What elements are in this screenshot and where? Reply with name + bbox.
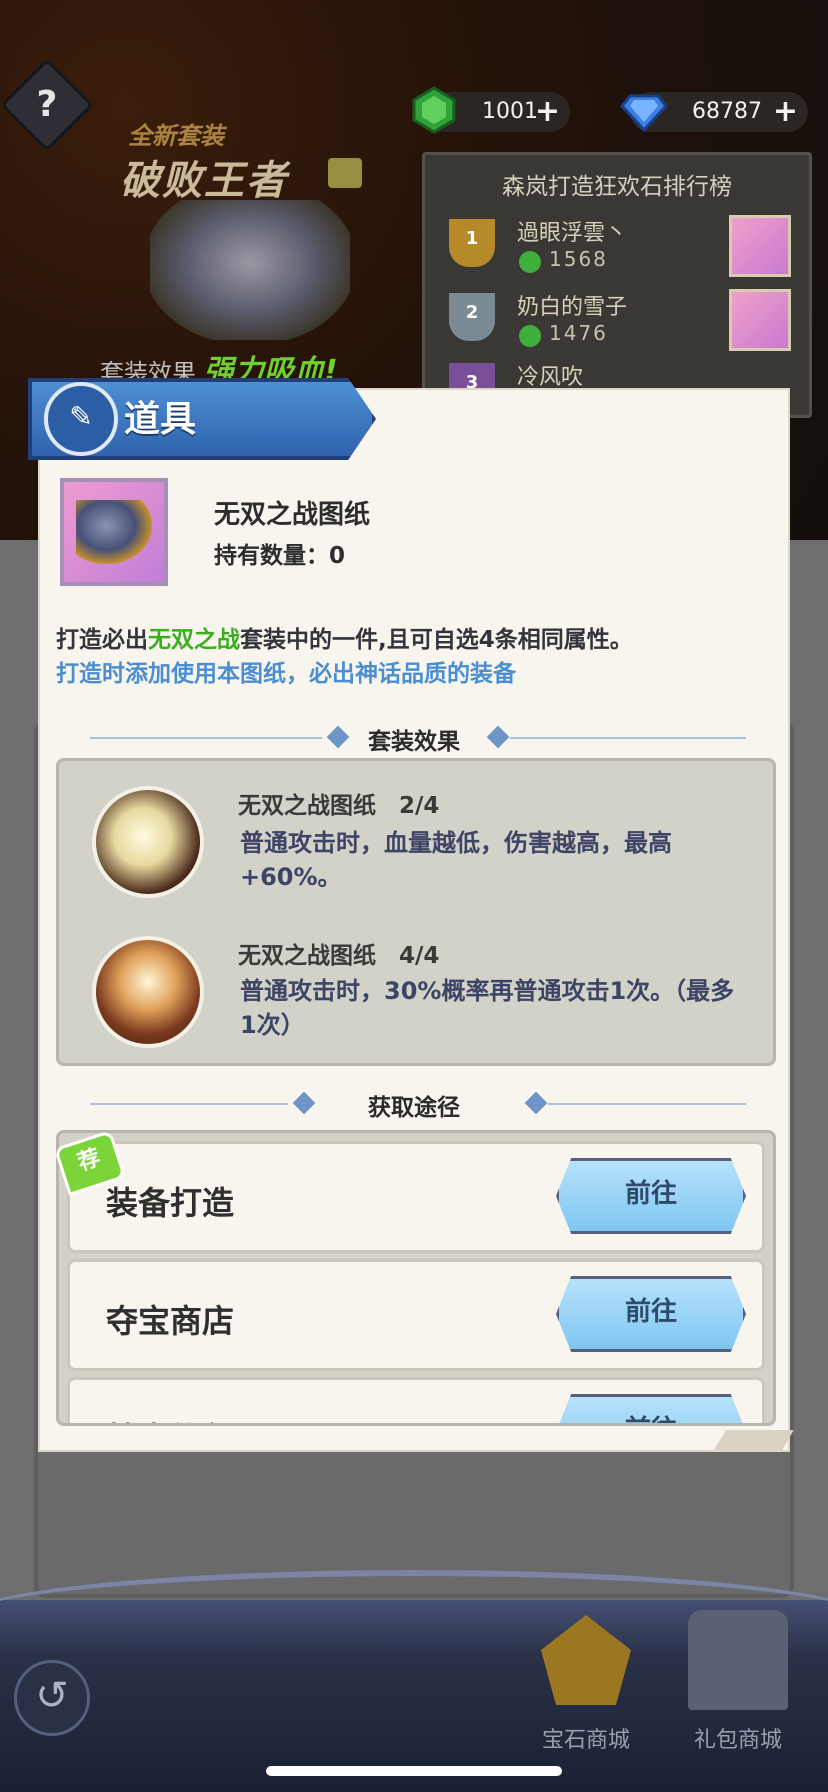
list-item: 装备打造 前往 [67, 1141, 765, 1253]
leaderboard-name: 冷风吹 [517, 365, 584, 390]
armor-blueprint-icon [76, 500, 152, 564]
dialog-title: 道具 [124, 399, 197, 440]
set-effect-text: 普通攻击时，血量越低，伤害越高，最高+60%。 [240, 829, 672, 891]
blue-diamond-icon [620, 94, 668, 133]
list-item: 夺宝商店 前往 [67, 1259, 765, 1371]
leaderboard-row: 2 奶白的雪子 1476 [435, 285, 795, 355]
source-label: 装备打造 [106, 1184, 235, 1222]
go-button[interactable]: 前往 [556, 1158, 746, 1234]
source-label: 特惠礼包 [106, 1414, 234, 1423]
silver-trophy-icon: 2 [449, 293, 495, 341]
player-card-icon [729, 215, 791, 277]
leaderboard-score: 1476 [549, 321, 608, 345]
nav-gem-shop-label: 宝石商城 [541, 1728, 630, 1753]
sources-title: 获取途径 [368, 1095, 460, 1121]
magnifier-icon[interactable] [328, 158, 362, 188]
back-button[interactable]: ↺ [14, 1660, 90, 1736]
sources-list: 装备打造 前往 夺宝商店 前往 特惠礼包 前往 [56, 1130, 776, 1426]
promo-subtitle: 全新套装 [128, 122, 224, 150]
scroll-icon: ✎ [44, 382, 118, 456]
armor-set-image [150, 200, 350, 340]
promo-title: 破败王者 [120, 158, 288, 204]
set-effect-title: 无双之战图纸 4/4 [238, 943, 440, 969]
scale-icon [541, 1615, 631, 1705]
gold-trophy-icon: 1 [449, 219, 495, 267]
set-effect-title: 无双之战图纸 2/4 [238, 793, 440, 819]
item-quantity: 持有数量：0 [214, 543, 346, 569]
diamond-counter: 68787 + [620, 92, 808, 133]
add-green-gem-button[interactable]: + [535, 92, 560, 132]
divider [548, 1103, 746, 1105]
divider [510, 737, 746, 739]
diamond-value: 68787 [692, 99, 762, 124]
source-label: 夺宝商店 [106, 1302, 235, 1340]
slash-skill-icon [92, 786, 204, 898]
set-name-highlight: 无双之战 [148, 627, 240, 653]
item-description: 打造必出无双之战套装中的一件,且可自选4条相同属性。 [56, 627, 633, 653]
item-name: 无双之战图纸 [214, 500, 371, 530]
leaderboard-name: 奶白的雪子 [517, 295, 628, 320]
green-gem-icon [519, 325, 541, 347]
list-item: 特惠礼包 前往 [67, 1377, 765, 1423]
leaderboard-row: 1 過眼浮雲丶 1568 [435, 211, 795, 281]
player-card-icon [729, 289, 791, 351]
question-icon: ? [36, 84, 58, 125]
item-icon [60, 478, 168, 586]
green-gem-value: 1001 [482, 99, 538, 124]
leaderboard-panel: 森岚打造狂欢石排行榜 1 過眼浮雲丶 1568 2 奶白的雪子 1476 3 冷… [422, 152, 812, 418]
set-effects-title: 套装效果 [368, 729, 460, 755]
home-indicator[interactable] [266, 1766, 562, 1776]
go-button[interactable]: 前往 [556, 1394, 746, 1423]
nav-gift-shop-label: 礼包商城 [693, 1728, 782, 1753]
chest-icon [688, 1610, 788, 1710]
set-effect-text: 普通攻击时，30%概率再普通攻击1次。（最多1次） [240, 977, 735, 1039]
leaderboard-title: 森岚打造狂欢石排行榜 [502, 174, 732, 200]
item-description-note: 打造时添加使用本图纸，必出神话品质的装备 [56, 661, 516, 687]
leaderboard-name: 過眼浮雲丶 [517, 221, 628, 246]
green-gem-icon [412, 86, 456, 134]
go-button[interactable]: 前往 [556, 1276, 746, 1352]
nav-gift-shop[interactable]: 礼包商城 [680, 1600, 796, 1760]
green-gem-counter: 1001 + [412, 86, 570, 134]
nav-gem-shop[interactable]: 宝石商城 [528, 1600, 644, 1760]
warrior-skill-icon [92, 936, 204, 1048]
add-diamond-button[interactable]: + [773, 92, 798, 132]
dialog-page-curl [714, 1430, 794, 1450]
leaderboard-score: 1568 [549, 247, 608, 271]
green-gem-icon [519, 251, 541, 273]
